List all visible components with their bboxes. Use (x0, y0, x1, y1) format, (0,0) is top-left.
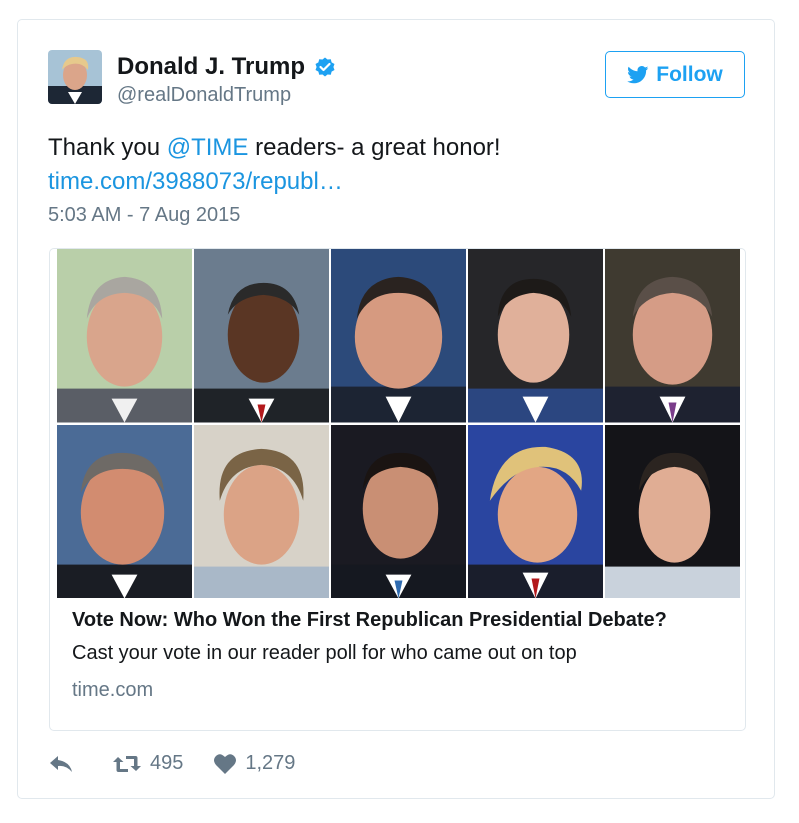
tweet-text: Thank you @TIME readers- a great honor! (48, 132, 501, 164)
reply-icon (50, 755, 72, 772)
candidate-photo (194, 249, 329, 423)
retweet-count: 495 (150, 752, 184, 774)
verified-badge-icon (315, 57, 335, 77)
candidate-photo-grid (57, 249, 740, 598)
card-body[interactable]: Vote Now: Who Won the First Republican P… (72, 609, 667, 702)
candidate-photo (605, 249, 740, 423)
candidate-photo (331, 424, 466, 598)
twitter-bird-icon (627, 65, 649, 83)
follow-button-label: Follow (656, 62, 723, 86)
reply-button[interactable] (48, 754, 82, 774)
user-handle[interactable]: @realDonaldTrump (117, 84, 291, 107)
card-title[interactable]: Vote Now: Who Won the First Republican P… (72, 609, 667, 632)
tweet-text-end: readers- a great honor! (248, 134, 501, 161)
candidate-photo (57, 424, 192, 598)
card-domain: time.com (72, 679, 154, 701)
like-count: 1,279 (245, 752, 296, 774)
avatar[interactable] (48, 50, 102, 104)
retweet-button[interactable]: 495 (112, 752, 183, 775)
candidate-photo (468, 249, 603, 423)
tweet-url-link[interactable]: time.com/3988073/republ… (48, 166, 343, 198)
tweet-timestamp[interactable]: 5:03 AM - 7 Aug 2015 (48, 204, 240, 227)
like-button[interactable]: 1,279 (213, 752, 295, 775)
heart-icon (214, 753, 237, 774)
tweet-card: Donald J. Trump @realDonaldTrump Follow … (17, 19, 775, 799)
link-preview-card[interactable]: Vote Now: Who Won the First Republican P… (49, 248, 746, 731)
mention-link[interactable]: @TIME (167, 134, 249, 161)
card-description: Cast your vote in our reader poll for wh… (72, 642, 577, 664)
candidate-photo (331, 249, 466, 423)
candidate-photo (605, 424, 740, 598)
candidate-photo (468, 424, 603, 598)
candidate-photo (57, 249, 192, 423)
candidate-photo (194, 424, 329, 598)
tweet-text-start: Thank you (48, 134, 167, 161)
user-name[interactable]: Donald J. Trump (117, 53, 305, 81)
tweet-actions: 495 1,279 (48, 752, 325, 775)
retweet-icon (113, 755, 141, 772)
follow-button[interactable]: Follow (605, 51, 745, 98)
